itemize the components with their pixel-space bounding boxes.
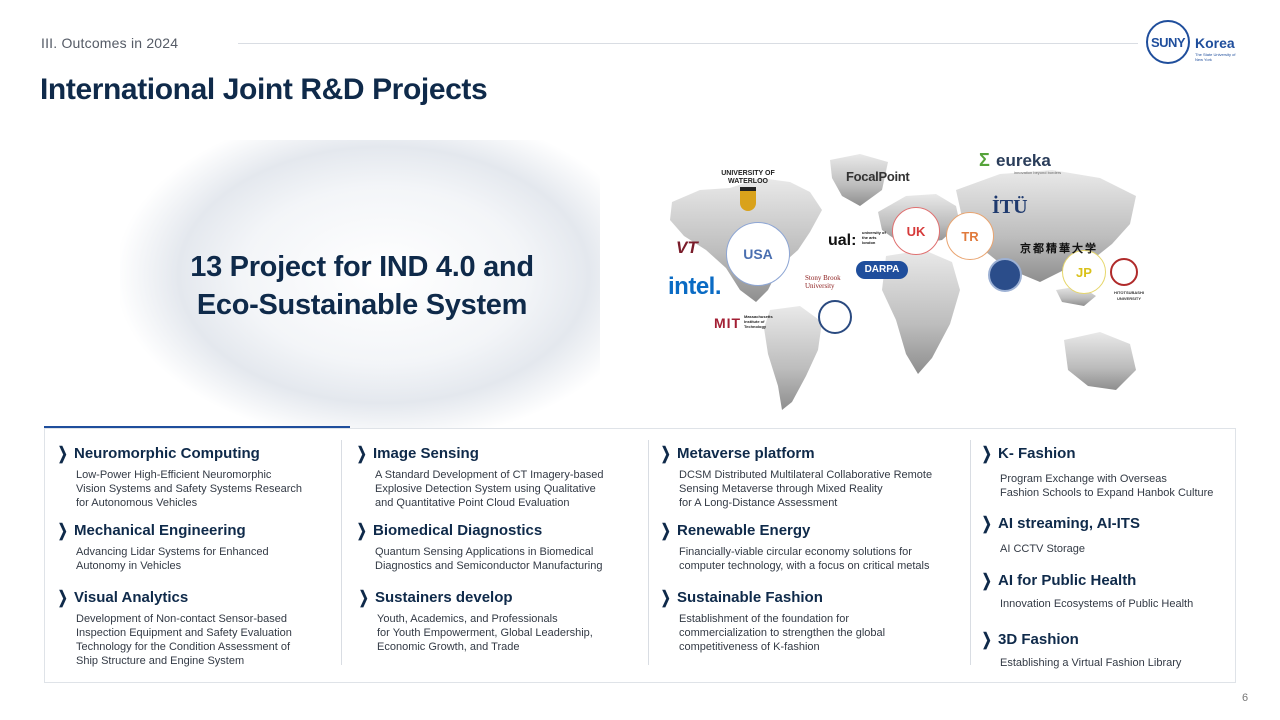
project-item: ❯ Neuromorphic Computing Low-Power High-E… — [56, 445, 302, 510]
world-partner-map: USA UK TR JP UNIVERSITY OF WATERLOO Foca… — [660, 140, 1150, 420]
column-divider-1 — [341, 440, 342, 665]
chevron-right-icon: ❯ — [660, 587, 671, 607]
project-description: Low-Power High-Efficient Neuromorphic Vi… — [76, 469, 303, 509]
eureka-sigma-icon: Σ — [979, 150, 990, 170]
hero-line-1: 13 Project for IND 4.0 and — [190, 251, 534, 283]
eureka-tagline: innovation beyond borders — [1014, 170, 1062, 175]
project-title: Visual Analytics — [74, 589, 189, 606]
chevron-right-icon: ❯ — [57, 520, 68, 540]
chevron-right-icon: ❯ — [981, 443, 992, 463]
turkey-university-seal-icon — [988, 258, 1022, 292]
chevron-right-icon: ❯ — [358, 587, 369, 607]
project-description: Program Exchange with Overseas Fashion S… — [1000, 473, 1214, 499]
ual-logo: ual: — [828, 232, 857, 249]
project-item: ❯ Metaverse platform DCSM Distributed Mul… — [659, 445, 932, 510]
ual-subtitle: university of the arts london — [862, 230, 886, 245]
chevron-right-icon: ❯ — [356, 520, 367, 540]
project-item: ❯ K- Fashion Program Exchange with Overse… — [980, 443, 1214, 500]
project-description: Youth, Academics, and Professionals for … — [377, 613, 593, 653]
mit-subtitle: Massachusetts Institute of Technology — [744, 314, 773, 329]
project-title: AI streaming, AI-ITS — [998, 515, 1140, 532]
project-title: Metaverse platform — [677, 445, 815, 462]
project-title: Biomedical Diagnostics — [373, 522, 543, 539]
itu-logo: İTÜ — [992, 196, 1028, 218]
logo-subtitle: The State University of New York — [1195, 52, 1236, 62]
chevron-right-icon: ❯ — [57, 587, 68, 607]
darpa-logo: DARPA — [856, 261, 908, 279]
project-title: Neuromorphic Computing — [74, 445, 260, 462]
project-item: ❯ Biomedical Diagnostics Quantum Sensing … — [355, 520, 603, 573]
project-item: ❯ AI for Public Health Innovation Ecosyst… — [980, 572, 1193, 611]
column-divider-2 — [648, 440, 649, 665]
project-description: A Standard Development of CT Imagery-bas… — [375, 469, 604, 509]
project-title: Mechanical Engineering — [74, 522, 246, 539]
page-title: International Joint R&D Projects — [40, 73, 488, 106]
project-title: K- Fashion — [998, 445, 1076, 462]
project-description: AI CCTV Storage — [1000, 543, 1085, 555]
section-label: III. Outcomes in 2024 — [41, 35, 179, 51]
chevron-right-icon: ❯ — [57, 443, 68, 463]
project-description: Financially-viable circular economy solu… — [679, 546, 930, 572]
logo-wordmark: Korea — [1195, 35, 1235, 51]
project-title: Sustainable Fashion — [677, 589, 823, 606]
country-badge-uk: UK — [892, 207, 940, 255]
project-item: ❯ Image Sensing A Standard Development of… — [355, 443, 604, 510]
chevron-right-icon: ❯ — [660, 443, 671, 463]
virginia-tech-logo: VT — [676, 238, 698, 257]
project-title: Renewable Energy — [677, 522, 811, 539]
suny-logo-mark: SUNY — [1146, 20, 1190, 64]
project-title: Image Sensing — [373, 445, 479, 462]
project-description: DCSM Distributed Multilateral Collaborat… — [679, 469, 933, 509]
project-title: AI for Public Health — [998, 572, 1137, 589]
kyoto-seika-logo: 京都精華大学 — [1020, 243, 1098, 255]
project-item: ❯ AI streaming, AI-ITS AI CCTV Storage — [980, 515, 1140, 556]
intel-logo: intel. — [668, 273, 722, 300]
chevron-right-icon: ❯ — [356, 443, 367, 463]
country-badge-usa: USA — [726, 222, 790, 286]
project-item: ❯ Renewable Energy Financially-viable cir… — [659, 520, 930, 573]
project-item: ❯ Sustainers develop Youth, Academics, an… — [357, 589, 593, 654]
waterloo-logo: UNIVERSITY OF WATERLOO — [721, 170, 775, 185]
project-item: ❯ 3D Fashion Establishing a Virtual Fashi… — [980, 629, 1182, 670]
chevron-right-icon: ❯ — [981, 570, 992, 590]
hitotsubashi-logo: HITOTSUBASHI UNIVERSITY — [1114, 290, 1144, 301]
project-item: ❯ Sustainable Fashion Establishment of th… — [659, 589, 885, 654]
project-description: Development of Non-contact Sensor-based … — [76, 613, 292, 667]
eureka-logo: eureka — [996, 151, 1051, 170]
focalpoint-logo: FocalPoint — [846, 169, 910, 184]
project-item: ❯ Visual Analytics Development of Non-con… — [56, 589, 292, 668]
project-description: Quantum Sensing Applications in Biomedic… — [375, 546, 603, 572]
column-divider-3 — [970, 440, 971, 665]
hitotsubashi-crest-icon — [1110, 258, 1138, 286]
project-description: Innovation Ecosystems of Public Health — [1000, 598, 1194, 610]
chevron-right-icon: ❯ — [981, 629, 992, 649]
suny-korea-logo: SUNY Korea The State University of New Y… — [1146, 20, 1238, 68]
page-number: 6 — [1242, 692, 1249, 704]
project-description: Establishing a Virtual Fashion Library — [1000, 657, 1182, 669]
mit-logo: MIT — [714, 315, 742, 331]
project-item: ❯ Mechanical Engineering Advancing Lidar … — [56, 522, 269, 573]
header-divider — [238, 43, 1138, 44]
project-description: Establishment of the foundation for comm… — [679, 613, 886, 653]
country-badge-jp: JP — [1062, 250, 1106, 294]
project-title: 3D Fashion — [998, 631, 1079, 648]
project-title: Sustainers develop — [375, 589, 513, 606]
chevron-right-icon: ❯ — [981, 513, 992, 533]
hero-headline: 13 Project for IND 4.0 and Eco-Sustainab… — [132, 248, 592, 324]
country-badge-tr: TR — [946, 212, 994, 260]
hero-line-2: Eco-Sustainable System — [196, 289, 528, 321]
project-description: Advancing Lidar Systems for Enhanced Aut… — [76, 546, 269, 572]
us-state-dept-seal-icon — [818, 300, 852, 334]
chevron-right-icon: ❯ — [660, 520, 671, 540]
stony-brook-logo: Stony Brook University — [805, 274, 841, 290]
waterloo-crest-icon — [740, 187, 756, 211]
